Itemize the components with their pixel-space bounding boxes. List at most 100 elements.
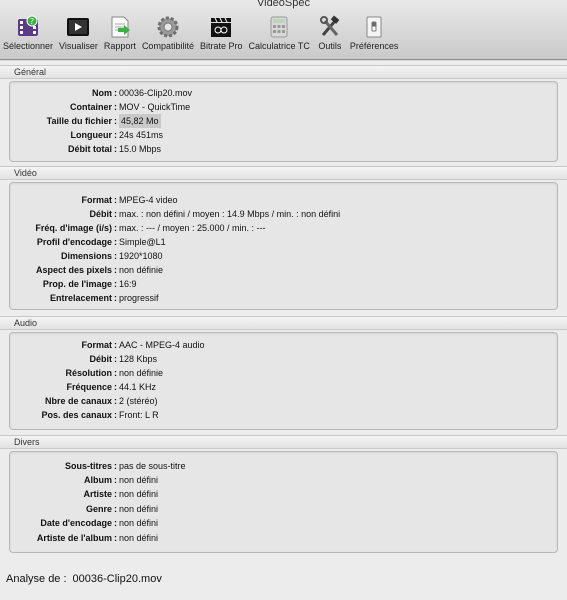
toolbar: ? Sélectionner Visualiser Rapport Compat… <box>0 14 401 56</box>
info-row: Artiste de l'album: non défini <box>10 531 559 545</box>
info-label: Aspect des pixels <box>35 265 112 275</box>
content-area: Général Nom: 00036-Clip20.mov Container:… <box>0 61 567 600</box>
info-row: Débit: max. : non défini / moyen : 14.9 … <box>10 207 559 221</box>
gear-icon <box>154 14 182 40</box>
info-value: AAC - MPEG-4 audio <box>119 340 205 350</box>
window-title: VideoSpec <box>256 0 310 9</box>
file-size-value: 45,82 Mo <box>119 114 161 128</box>
info-row: Prop. de l'image: 16:9 <box>10 277 559 291</box>
toolbar-label: Outils <box>318 41 342 51</box>
info-value: pas de sous-titre <box>119 461 186 471</box>
info-row: Sous-titres: pas de sous-titre <box>10 459 559 473</box>
info-label: Débit total <box>68 144 112 154</box>
section-header-video: Vidéo <box>0 166 567 180</box>
info-value: 16:9 <box>119 279 137 289</box>
info-row: Nbre de canaux: 2 (stéréo) <box>10 394 559 408</box>
info-value: MPEG-4 video <box>119 195 178 205</box>
rapport-button[interactable]: Rapport <box>101 14 139 56</box>
info-label: Profil d'encodage <box>36 237 112 247</box>
general-info-box: Nom: 00036-Clip20.mov Container: MOV - Q… <box>9 81 558 162</box>
bitrate-pro-button[interactable]: Bitrate Pro <box>197 14 246 56</box>
toolbar-label: Compatibilité <box>141 41 194 51</box>
switch-icon <box>360 14 388 40</box>
toolbar-label: Bitrate Pro <box>199 41 243 51</box>
calculator-icon <box>265 14 293 40</box>
calculatrice-tc-button[interactable]: Calculatrice TC <box>246 14 313 56</box>
info-value: non défini <box>119 504 159 514</box>
info-value: 15.0 Mbps <box>119 144 162 154</box>
info-row: Entrelacement: progressif <box>10 291 559 305</box>
info-value: 24s 451ms <box>119 130 164 140</box>
info-label: Album <box>84 475 112 485</box>
info-value: 00036-Clip20.mov <box>119 88 193 98</box>
info-row: Débit: 128 Kbps <box>10 352 559 366</box>
info-value: Simple@L1 <box>119 237 166 247</box>
info-value: progressif <box>119 293 159 303</box>
info-row: Nom: 00036-Clip20.mov <box>10 86 559 100</box>
analysis-label: Analyse de : <box>6 573 67 585</box>
info-value: non défini <box>119 475 159 485</box>
info-label: Format <box>81 195 112 205</box>
info-value: non défini <box>119 518 159 528</box>
compatibilite-button[interactable]: Compatibilité <box>139 14 197 56</box>
info-label: Nbre de canaux <box>44 396 112 406</box>
toolbar-label: Préférences <box>349 41 399 51</box>
info-label: Date d'encodage <box>40 518 112 528</box>
info-value: MOV - QuickTime <box>119 102 191 112</box>
report-icon <box>106 14 134 40</box>
svg-text:?: ? <box>30 17 34 26</box>
section-header-audio: Audio <box>0 316 567 330</box>
info-row: Format: AAC - MPEG-4 audio <box>10 338 559 352</box>
info-label: Prop. de l'image <box>42 279 112 289</box>
visualiser-button[interactable]: Visualiser <box>56 14 101 56</box>
info-label: Longueur <box>70 130 113 140</box>
info-row: Format: MPEG-4 video <box>10 193 559 207</box>
info-row: Genre: non défini <box>10 502 559 516</box>
info-row: Aspect des pixels: non définie <box>10 263 559 277</box>
info-row: Taille du fichier: 45,82 Mo <box>10 114 559 128</box>
info-row: Dimensions: 1920*1080 <box>10 249 559 263</box>
info-value: 44.1 KHz <box>119 382 157 392</box>
info-label: Nom <box>92 88 112 98</box>
info-row: Longueur: 24s 451ms <box>10 128 559 142</box>
info-value: max. : non défini / moyen : 14.9 Mbps / … <box>119 209 341 219</box>
play-icon <box>64 14 92 40</box>
info-label: Format <box>81 340 112 350</box>
clapper-icon <box>207 14 235 40</box>
selectionner-button[interactable]: ? Sélectionner <box>0 14 56 56</box>
info-row: Date d'encodage: non défini <box>10 516 559 530</box>
section-header-general: Général <box>0 65 567 79</box>
section-header-divers: Divers <box>0 435 567 449</box>
info-value: non défini <box>119 489 159 499</box>
info-value: 2 (stéréo) <box>119 396 158 406</box>
info-value: 128 Kbps <box>119 354 158 364</box>
info-label: Container <box>69 102 112 112</box>
info-label: Dimensions <box>60 251 112 261</box>
info-value: 1920*1080 <box>119 251 163 261</box>
film-icon: ? <box>14 14 42 40</box>
toolbar-label: Visualiser <box>59 41 98 51</box>
info-row: Artiste: non défini <box>10 487 559 501</box>
info-value: non défini <box>119 533 159 543</box>
info-label: Sous-titres <box>64 461 112 471</box>
info-value: max. : --- / moyen : 25.000 / min. : --- <box>119 223 266 233</box>
info-label: Entrelacement <box>49 293 112 303</box>
analysis-status: Analyse de : 00036-Clip20.mov <box>6 573 168 585</box>
info-row: Fréq. d'image (i/s): max. : --- / moyen … <box>10 221 559 235</box>
info-label: Pos. des canaux <box>41 410 112 420</box>
info-row: Débit total: 15.0 Mbps <box>10 142 559 156</box>
info-value: Front: L R <box>119 410 159 420</box>
info-label: Fréq. d'image (i/s) <box>35 223 112 233</box>
info-row: Pos. des canaux: Front: L R <box>10 408 559 422</box>
info-label: Taille du fichier <box>46 116 112 126</box>
info-label: Genre <box>85 504 112 514</box>
tools-icon <box>316 14 344 40</box>
title-bar: VideoSpec ? Sélectionner Visualiser Rapp… <box>0 0 567 60</box>
outils-button[interactable]: Outils <box>313 14 347 56</box>
preferences-button[interactable]: Préférences <box>347 14 402 56</box>
toolbar-label: Sélectionner <box>3 41 54 51</box>
info-label: Fréquence <box>66 382 112 392</box>
info-row: Fréquence: 44.1 KHz <box>10 380 559 394</box>
analysis-filename: 00036-Clip20.mov <box>72 573 162 585</box>
info-row: Profil d'encodage: Simple@L1 <box>10 235 559 249</box>
